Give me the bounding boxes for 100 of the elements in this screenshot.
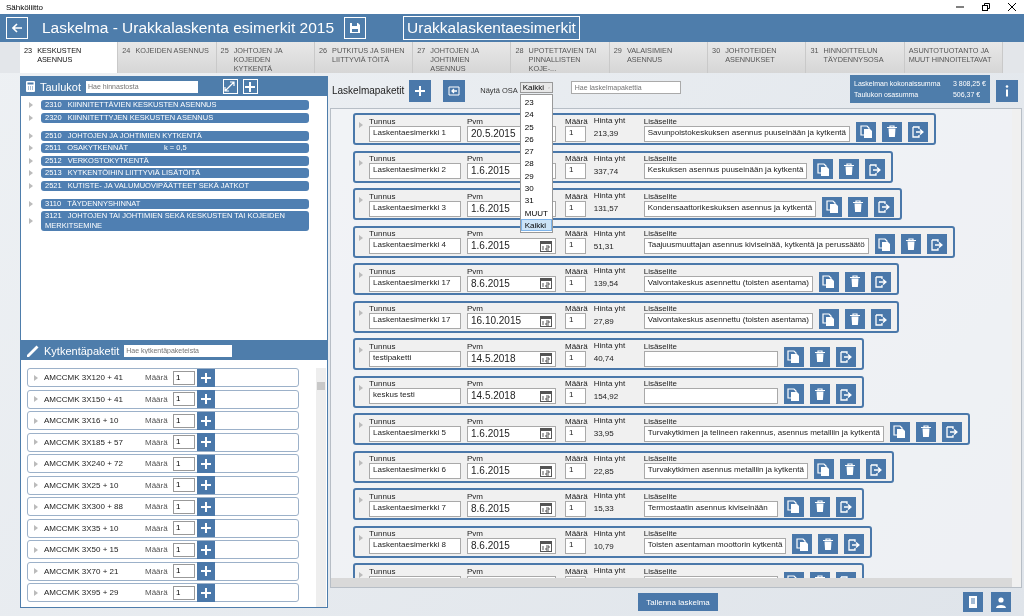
add-button[interactable] xyxy=(197,583,215,602)
delete-button[interactable] xyxy=(915,421,936,442)
input-field[interactable]: Laskentaesimerkki 5 xyxy=(369,425,461,442)
calendar-icon[interactable] xyxy=(540,240,552,252)
add-button[interactable] xyxy=(197,497,215,516)
input-field[interactable]: Laskentaesimerkki 8 xyxy=(369,538,461,554)
copy-button[interactable] xyxy=(822,196,843,217)
date-field[interactable]: 14.5.2018 xyxy=(467,350,556,367)
add-button[interactable] xyxy=(197,476,215,494)
copy-button[interactable] xyxy=(813,159,834,179)
quantity-field[interactable]: 1 xyxy=(173,521,195,535)
quantity-field[interactable]: 1 xyxy=(173,499,195,514)
delete-button[interactable] xyxy=(844,271,865,292)
input-field[interactable]: keskus testi xyxy=(369,388,461,404)
input-field[interactable]: Laskentaesimerkki 3 xyxy=(369,200,461,217)
add-button[interactable] xyxy=(197,368,215,387)
quantity-field[interactable]: 1 xyxy=(173,370,195,385)
export-button[interactable] xyxy=(870,309,891,329)
info-button[interactable] xyxy=(996,79,1018,102)
input-field[interactable]: Taajuusmuuttajan asennus kiviseinää, kytkentä ja perussäätö xyxy=(643,238,869,254)
input-field[interactable]: Valvontakeskus asennettu (toisten asentama) xyxy=(643,275,813,292)
expand-button[interactable] xyxy=(223,79,238,94)
dropdown-option[interactable]: Kaikki xyxy=(520,218,552,232)
scrollbar[interactable] xyxy=(331,578,1012,587)
input-field[interactable] xyxy=(643,350,778,367)
date-field[interactable]: 14.5.2018 xyxy=(467,388,556,404)
date-field[interactable]: 1.6.2015 xyxy=(467,425,556,442)
input-field[interactable]: Toisten asentaman moottorin kytkentä xyxy=(643,538,787,554)
restore-icon[interactable] xyxy=(982,3,990,11)
quantity-field[interactable]: 1 xyxy=(173,435,195,449)
save-button[interactable] xyxy=(344,17,367,39)
input-field[interactable]: 1 xyxy=(565,350,586,367)
add-button[interactable] xyxy=(197,562,215,580)
dropdown-option[interactable]: 27 xyxy=(520,145,552,158)
export-button[interactable] xyxy=(835,346,856,367)
delete-button[interactable] xyxy=(844,309,865,329)
export-button[interactable] xyxy=(835,496,856,517)
date-field[interactable]: 16.10.2015 xyxy=(467,313,556,329)
quantity-field[interactable]: 1 xyxy=(173,585,195,600)
input-field[interactable]: 1 xyxy=(565,238,586,254)
date-field[interactable]: 1.6.2015 xyxy=(467,238,556,254)
quantity-field[interactable]: 1 xyxy=(173,392,195,406)
add-button[interactable] xyxy=(409,79,432,102)
quantity-field[interactable]: 1 xyxy=(173,542,195,557)
input-field[interactable]: Laskentaesimerkki 1 xyxy=(369,125,461,142)
add-button[interactable] xyxy=(197,433,215,451)
input-field[interactable]: 1 xyxy=(565,463,586,479)
input-field[interactable]: 1 xyxy=(565,388,586,404)
add-button[interactable] xyxy=(197,519,215,537)
dropdown-option[interactable]: 24 xyxy=(520,108,552,121)
calendar-icon[interactable] xyxy=(540,465,552,477)
input-field[interactable]: 1 xyxy=(565,425,586,442)
add-button[interactable] xyxy=(197,390,215,408)
scrollbar[interactable] xyxy=(1012,109,1021,587)
input-field[interactable]: Laskentaesimerkki 4 xyxy=(369,238,461,254)
input-field[interactable] xyxy=(643,388,778,404)
delete-button[interactable] xyxy=(809,496,830,517)
delete-button[interactable] xyxy=(809,346,830,367)
user-button[interactable] xyxy=(991,592,1011,612)
input-field[interactable]: Laskentaesimerkki 6 xyxy=(369,463,461,479)
export-button[interactable] xyxy=(908,121,929,142)
add-button[interactable] xyxy=(197,454,215,473)
import-button[interactable] xyxy=(443,79,466,102)
dropdown-option[interactable]: MUUT xyxy=(520,206,552,219)
add-button[interactable] xyxy=(243,79,258,94)
copy-button[interactable] xyxy=(783,496,804,517)
input-field[interactable]: 1 xyxy=(565,538,586,554)
copy-button[interactable] xyxy=(783,384,804,404)
calendar-icon[interactable] xyxy=(540,278,552,289)
input-field[interactable]: 1 xyxy=(565,500,586,517)
input-field[interactable]: Turvakytkimen ja telineen rakennus, asennus metalliin ja kytkentä xyxy=(643,425,884,442)
copy-button[interactable] xyxy=(813,459,834,479)
calendar-icon[interactable] xyxy=(540,315,552,327)
copy-button[interactable] xyxy=(818,309,839,329)
export-button[interactable] xyxy=(941,421,962,442)
copy-button[interactable] xyxy=(856,121,877,142)
input-field[interactable]: Kondensaattorikeskuksen asennus ja kytkentä xyxy=(643,200,817,217)
input-field[interactable]: Laskentaesimerkki 17 xyxy=(369,313,461,329)
export-button[interactable] xyxy=(865,459,886,479)
copy-button[interactable] xyxy=(818,271,839,292)
export-button[interactable] xyxy=(865,159,886,179)
close-icon[interactable] xyxy=(1008,3,1016,11)
copy-button[interactable] xyxy=(792,534,813,554)
minimize-icon[interactable] xyxy=(956,3,964,11)
calendar-icon[interactable] xyxy=(540,390,552,402)
quantity-field[interactable]: 1 xyxy=(173,478,195,492)
dropdown-option[interactable]: 30 xyxy=(520,182,552,195)
delete-button[interactable] xyxy=(848,196,869,217)
delete-button[interactable] xyxy=(900,234,921,254)
date-field[interactable]: 8.6.2015 xyxy=(467,275,556,292)
input-field[interactable]: Turvakytkimen asennus metalliin ja kytkentä xyxy=(643,463,808,479)
input-field[interactable]: Savunpoistokeskuksen asennus puuseinään ja kytkentä xyxy=(643,125,851,142)
input-field[interactable]: Valvontakeskus asennettu (toisten asentama) xyxy=(643,313,813,329)
quantity-field[interactable]: 1 xyxy=(173,564,195,578)
calendar-icon[interactable] xyxy=(540,353,552,364)
date-field[interactable]: 8.6.2015 xyxy=(467,500,556,517)
copy-button[interactable] xyxy=(783,346,804,367)
export-button[interactable] xyxy=(926,234,947,254)
add-button[interactable] xyxy=(197,540,215,559)
export-button[interactable] xyxy=(870,271,891,292)
